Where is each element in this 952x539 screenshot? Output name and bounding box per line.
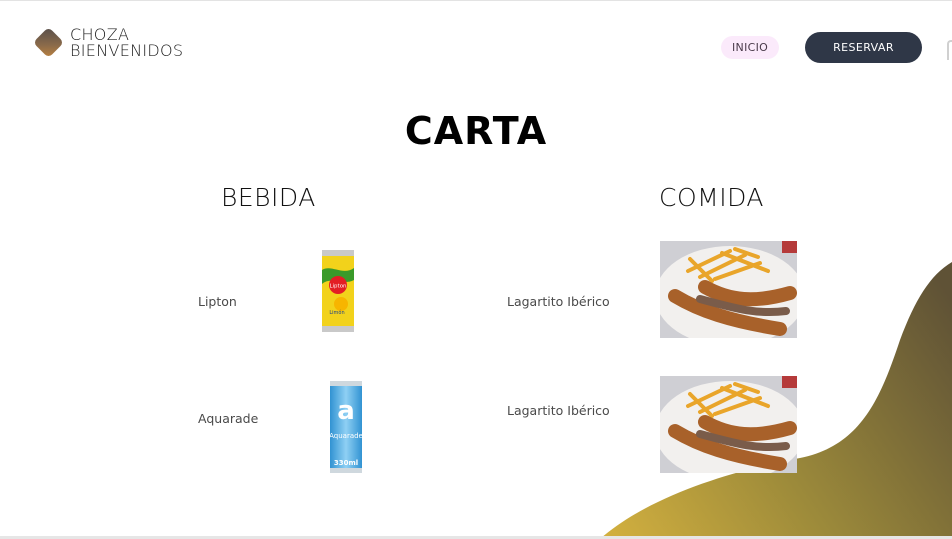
brand-name: CHOZA BIENVENIDOS <box>70 26 184 60</box>
reservar-button[interactable]: RESERVAR <box>805 32 922 63</box>
aquarade-brand-text: Aquarade <box>329 432 363 440</box>
lipton-brand-text: Lipton <box>329 284 347 290</box>
lagartito-dish-image <box>660 241 797 338</box>
brand-logo[interactable]: CHOZA BIENVENIDOS <box>31 25 183 60</box>
top-divider <box>0 0 952 1</box>
bebida-heading: BEBIDA <box>221 183 316 212</box>
page-title: CARTA <box>404 109 548 153</box>
brand-line-2: BIENVENIDOS <box>70 40 184 60</box>
comida-heading: COMIDA <box>659 183 764 212</box>
lipton-flavor-text: Limón <box>329 309 344 316</box>
comida-item-name: Lagartito Ibérico <box>507 294 610 309</box>
diamond-logo-icon <box>35 29 62 56</box>
aquarade-mark-text: a <box>337 396 355 426</box>
aquarade-volume-text: 330ml <box>334 459 358 467</box>
nav-inicio-link[interactable]: INICIO <box>721 36 780 59</box>
lipton-can-image: Lipton Limón <box>322 250 354 332</box>
comida-item-name: Lagartito Ibérico <box>507 403 610 418</box>
lagartito-dish-image <box>660 376 797 473</box>
decorative-wave <box>600 262 952 539</box>
aquarade-can-image: a Aquarade 330ml <box>329 381 363 473</box>
bebida-item-name: Aquarade <box>198 411 259 426</box>
bebida-item-name: Lipton <box>198 294 237 309</box>
edge-fragment <box>947 40 952 60</box>
